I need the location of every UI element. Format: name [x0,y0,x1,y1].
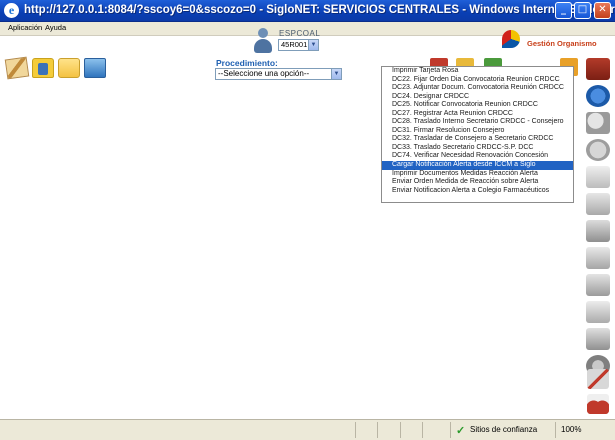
procedure-label: Procedimiento: [216,58,278,68]
printer-icon[interactable] [586,274,610,296]
edit-icon[interactable] [586,247,610,269]
window-title: http://127.0.0.1:8084/?sscoy6=0&sscozo=0… [24,4,615,16]
dropdown-option[interactable]: DC33. Traslado Secretario CRDCC-S.P. DCC [382,144,573,153]
maximize-button[interactable]: □ [574,2,591,19]
user-icon [252,28,274,54]
dropdown-option[interactable]: DC22. Fijar Orden Dia Convocatoria Reuni… [382,76,573,85]
window-titlebar: e http://127.0.0.1:8084/?sscoy6=0&sscozo… [0,0,615,22]
org-label[interactable]: Gestión Organismo [527,39,597,48]
status-bar: ✓ Sitios de confianza 100% [0,419,615,440]
calendar-icon[interactable] [586,328,610,350]
save-icon[interactable] [586,220,610,242]
right-sidebar [583,56,615,419]
close-button[interactable]: ✕ [594,2,611,19]
layers-icon[interactable] [586,301,610,323]
chevron-down-icon: ▼ [308,40,318,50]
dropdown-option[interactable]: Cargar Notificación Alerta desde ICCM a … [382,161,573,170]
folder-lock-icon[interactable] [32,58,54,78]
home-icon[interactable] [586,58,610,80]
exit-icon[interactable] [587,394,609,414]
espc-value: 45R001 [281,40,308,49]
search-icon[interactable] [586,112,610,134]
info-icon[interactable] [586,85,610,107]
dropdown-option[interactable]: DC27. Registrar Acta Reunion CRDCC [382,110,573,119]
ie-icon: e [4,3,19,18]
chevron-down-icon: ▼ [331,69,341,79]
dropdown-option[interactable]: DC23. Adjuntar Docum. Convocatoria Reuni… [382,84,573,93]
dropdown-option[interactable]: Imprimir Tarjeta Rosa [382,67,573,76]
security-zone-label: Sitios de confianza [470,425,538,434]
dropdown-option[interactable]: DC32. Trasladar de Consejero a Secretari… [382,135,573,144]
edit-pencil-icon[interactable] [4,56,30,80]
dropdown-option[interactable]: Enviar Notificacion Alerta a Colegio Far… [382,187,573,196]
dropdown-option[interactable]: Imprimir Documentos Medidas Reacción Ale… [382,170,573,179]
dropdown-option[interactable]: DC31. Firmar Resolucion Consejero [382,127,573,136]
back-icon[interactable] [586,139,610,161]
espc-select[interactable]: 45R001 ▼ [278,39,319,51]
zoom-level[interactable]: 100% [561,425,581,434]
copy-icon[interactable] [586,193,610,215]
procedure-selected-value: --Seleccione una opción-- [218,69,310,78]
minimize-button[interactable]: _ [555,2,572,19]
trusted-zone-icon: ✓ [456,425,466,437]
tools-icon[interactable] [587,369,609,389]
menu-item-aplicacion[interactable]: Aplicación [8,23,42,32]
menu-item-ayuda[interactable]: Ayuda [45,23,66,32]
document-icon[interactable] [586,166,610,188]
dropdown-option[interactable]: DC25. Notificar Convocatoria Reunion CRD… [382,101,573,110]
dropdown-option[interactable]: DC28. Traslado Interno Secretario CRDCC … [382,118,573,127]
procedure-select[interactable]: --Seleccione una opción-- ▼ [215,68,342,80]
espc-label: ESPCOAL [279,29,321,38]
dropdown-option[interactable]: Enviar Orden Medida de Reacción sobre Al… [382,178,573,187]
procedure-dropdown-list[interactable]: Imprimir Tarjeta Rosa DC22. Fijar Orden D… [381,66,574,203]
organization-logo-icon [500,28,524,52]
dropdown-option[interactable]: DC74. Verificar Necesidad Renovación Con… [382,152,573,161]
folder-icon[interactable] [58,58,80,78]
computer-icon[interactable] [84,58,106,78]
dropdown-option[interactable]: DC24. Designar CRDCC [382,93,573,102]
